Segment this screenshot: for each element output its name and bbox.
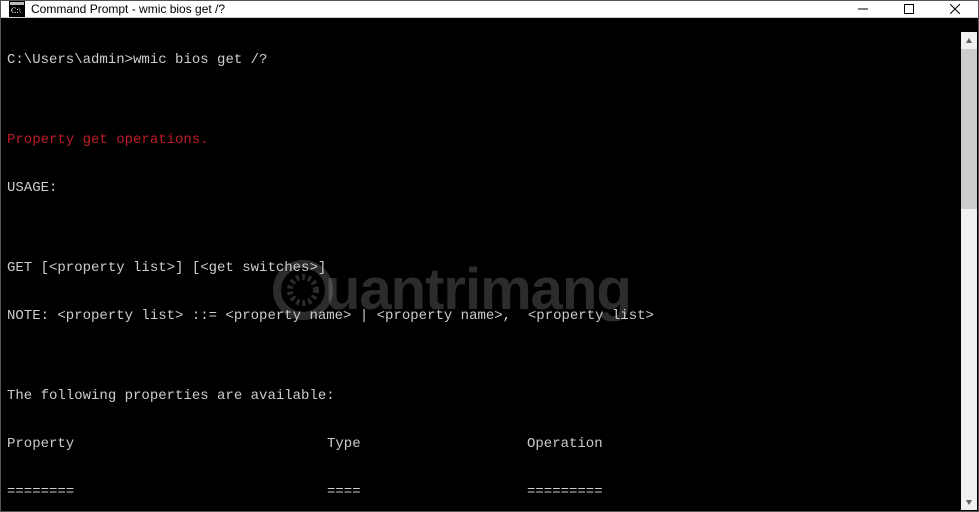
header-operation: Operation (527, 436, 603, 452)
cmd-icon: C:\ (9, 1, 25, 17)
note-syntax: NOTE: <property list> ::= <property name… (7, 308, 972, 324)
watermark-text: uantrimang (325, 282, 631, 298)
header-property: Property (7, 436, 327, 452)
window-controls (840, 1, 978, 17)
divider-property: ======== (7, 484, 327, 500)
scroll-thumb[interactable] (961, 49, 977, 209)
titlebar[interactable]: C:\ Command Prompt - wmic bios get /? (1, 1, 978, 18)
divider-operation: ========= (527, 484, 603, 500)
minimize-button[interactable] (840, 1, 886, 17)
scroll-down-button[interactable] (961, 493, 977, 510)
command-text: wmic bios get /? (133, 52, 267, 68)
prompt-line: C:\Users\admin>wmic bios get /? (7, 52, 972, 68)
table-header: PropertyTypeOperation (7, 436, 972, 452)
scroll-up-button[interactable] (961, 32, 977, 49)
maximize-button[interactable] (886, 1, 932, 17)
usage-label: USAGE: (7, 180, 972, 196)
table-divider: ===================== (7, 484, 972, 500)
get-syntax: GET [<property list>] [<get switches>] (7, 260, 972, 276)
window: C:\ Command Prompt - wmic bios get /? C:… (0, 0, 979, 512)
svg-text:C:\: C:\ (11, 6, 22, 15)
header-type: Type (327, 436, 527, 452)
prompt-path: C:\Users\admin> (7, 52, 133, 68)
operation-message: Property get operations. (7, 132, 972, 148)
terminal-area[interactable]: C:\Users\admin>wmic bios get /? Property… (1, 18, 978, 511)
close-button[interactable] (932, 1, 978, 17)
available-label: The following properties are available: (7, 388, 972, 404)
window-title: Command Prompt - wmic bios get /? (31, 2, 225, 16)
vertical-scrollbar[interactable] (961, 32, 977, 510)
divider-type: ==== (327, 484, 527, 500)
scroll-track[interactable] (961, 49, 977, 493)
